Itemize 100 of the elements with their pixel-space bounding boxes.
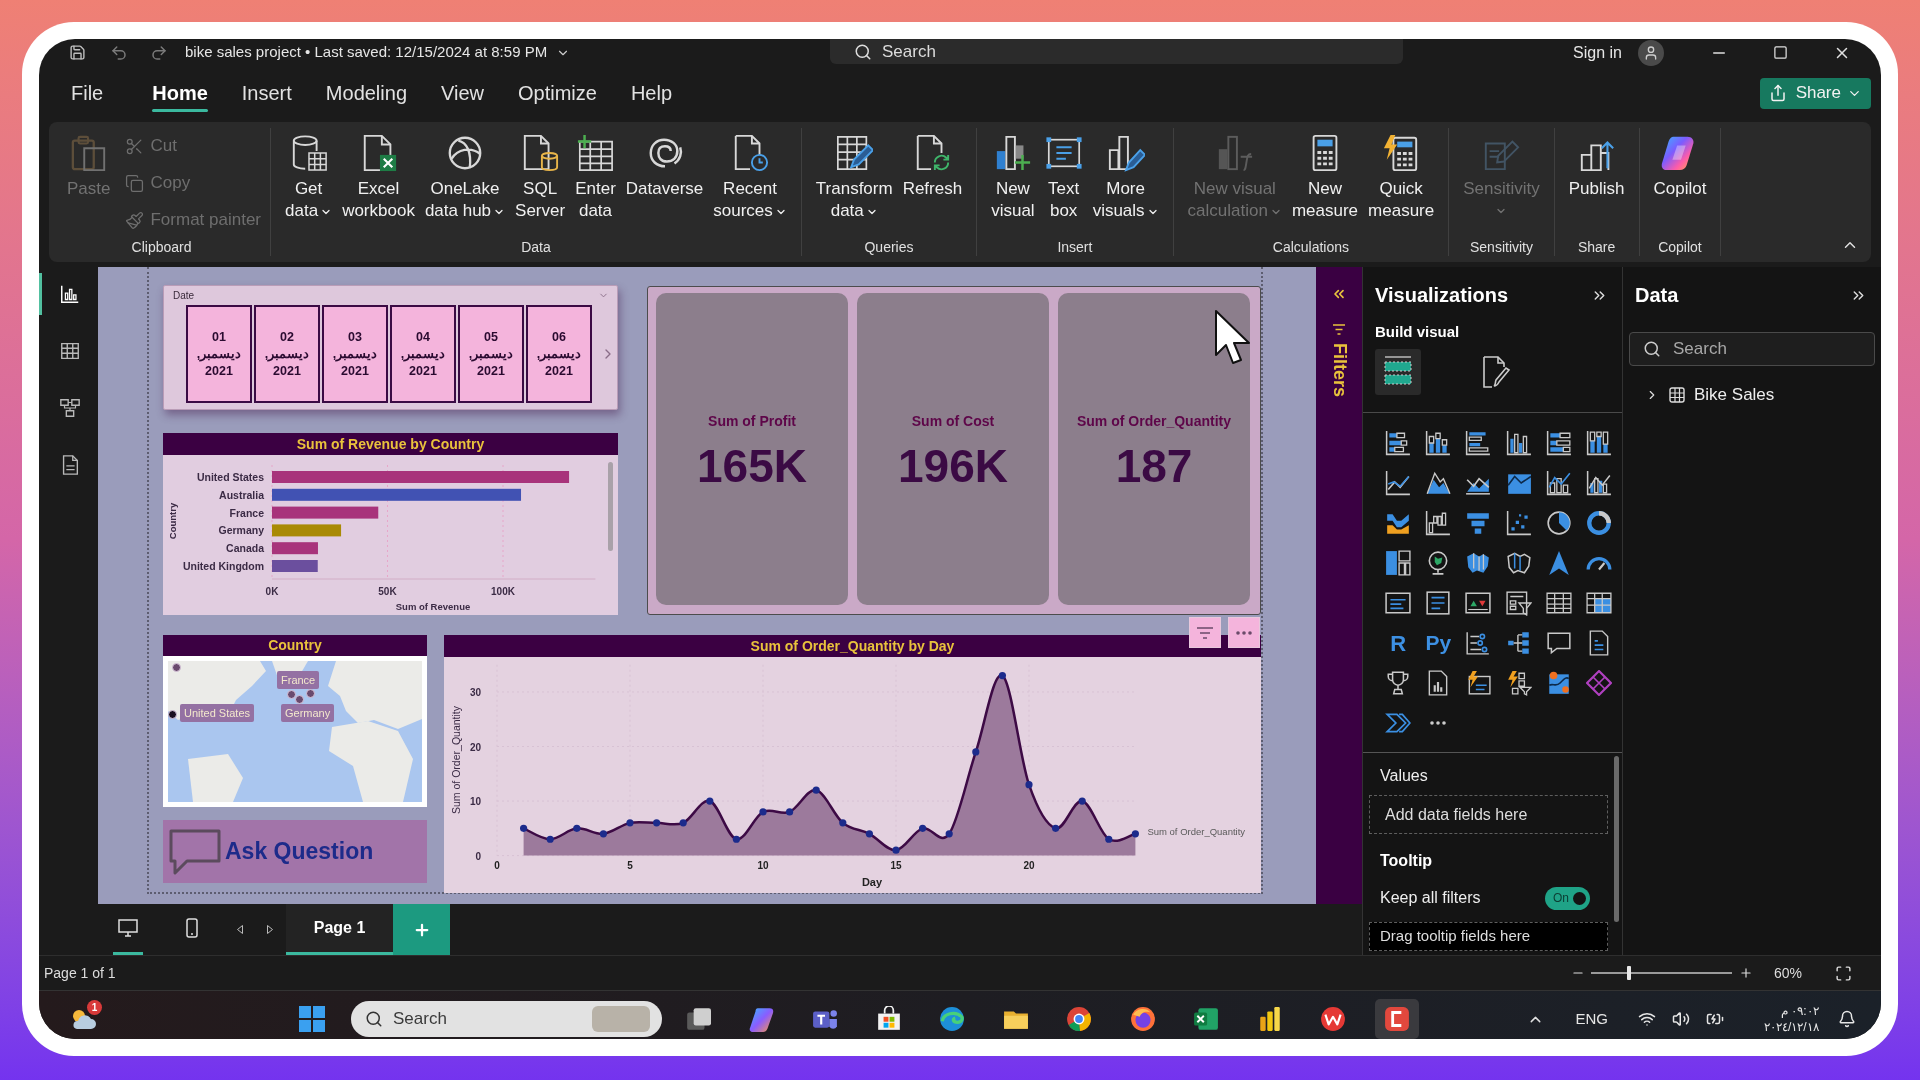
- menu-tab[interactable]: Insert: [224, 66, 309, 120]
- toggle-switch[interactable]: On: [1545, 886, 1590, 910]
- fit-to-page-icon[interactable]: [1835, 964, 1852, 982]
- filter-button[interactable]: [1189, 617, 1221, 648]
- date-tile[interactable]: 05 ديسمبر, 2021: [458, 305, 524, 403]
- maximize-icon[interactable]: [1773, 45, 1788, 60]
- kpi-value: 196K: [898, 442, 1008, 490]
- date-tile[interactable]: 06 ديسمبر, 2021: [526, 305, 592, 403]
- menu-tab[interactable]: Optimize: [501, 66, 614, 120]
- lightning-card-icon: [1465, 670, 1492, 696]
- more-icon: [1430, 721, 1447, 725]
- save-icon[interactable]: [69, 44, 86, 61]
- ribbon-button[interactable]: Publish: [1563, 128, 1630, 200]
- wifi-icon[interactable]: [1638, 1010, 1656, 1028]
- ribbon-button[interactable]: Enter data: [570, 128, 621, 222]
- next-page-icon[interactable]: [267, 925, 273, 934]
- tick-label: 15: [890, 860, 902, 871]
- bar-chart-icon: [1385, 430, 1412, 456]
- visual-type-button[interactable]: R: [1378, 623, 1419, 663]
- ribbon-button[interactable]: Quick measure: [1363, 128, 1440, 222]
- ribbon-button[interactable]: SQL Server: [510, 128, 571, 222]
- speech-bubble-icon: [169, 828, 221, 875]
- slicer-title: Date: [173, 289, 195, 302]
- image-placeholder: [592, 1006, 650, 1032]
- filter-icon: [1333, 324, 1345, 335]
- menu-tab[interactable]: Home: [135, 66, 225, 120]
- column-chart-icon: [1585, 430, 1612, 456]
- format-brush-icon: [1482, 356, 1512, 388]
- page-tab[interactable]: Page 1: [286, 904, 393, 955]
- taskbar-app-button[interactable]: [1374, 999, 1419, 1039]
- date-tile[interactable]: 03 ديسمبر, 2021: [322, 305, 388, 403]
- category-label: United Kingdom: [182, 560, 264, 572]
- category-label: Canada: [226, 542, 264, 555]
- previous-page-icon[interactable]: [237, 925, 243, 934]
- table-pencil-icon: [835, 134, 874, 172]
- build-tab[interactable]: [1375, 349, 1421, 395]
- search-field[interactable]: Search: [1629, 332, 1875, 366]
- ribbon-button[interactable]: Transform data: [810, 128, 898, 222]
- map-label: United States: [180, 704, 255, 722]
- windows-logo-icon[interactable]: [299, 1006, 325, 1032]
- search-icon: [365, 1010, 383, 1028]
- menu-tab[interactable]: Help: [613, 66, 690, 120]
- date-tile[interactable]: 04 ديسمبر, 2021: [390, 305, 456, 403]
- monitor-icon: [118, 919, 138, 937]
- ribbon-button[interactable]: Recent sources: [708, 128, 792, 222]
- category-label: Australia: [219, 488, 264, 501]
- undo-icon[interactable]: [110, 43, 128, 62]
- language-indicator[interactable]: ENG: [1575, 1007, 1608, 1031]
- share-button[interactable]: Share: [1759, 77, 1871, 109]
- search-field[interactable]: Search: [830, 39, 1403, 64]
- menu-tab[interactable]: Modeling: [308, 66, 424, 120]
- ribbon-button[interactable]: Copilot: [1648, 128, 1712, 200]
- line-chart-icon: [1385, 470, 1412, 496]
- ribbon-button[interactable]: OneLake data hub: [419, 128, 511, 222]
- shopping-bag-icon: [875, 1006, 902, 1032]
- data-point: [679, 819, 687, 827]
- paintbrush-icon: [125, 210, 145, 230]
- bell-icon[interactable]: [1837, 1010, 1856, 1028]
- table-name[interactable]: Bike Sales: [1694, 382, 1775, 408]
- list-card-icon: [1425, 590, 1452, 616]
- spreadsheet-app-icon: [1193, 1006, 1219, 1032]
- menu-tab[interactable]: View: [424, 66, 501, 120]
- ribbon-button[interactable]: New measure: [1286, 128, 1364, 222]
- filters-label[interactable]: Filters: [1325, 343, 1353, 398]
- ribbon-button[interactable]: Get data: [280, 128, 338, 222]
- ribbon-button[interactable]: Text box: [1039, 128, 1088, 222]
- visual-type-button[interactable]: Py: [1418, 623, 1459, 663]
- drop-field[interactable]: Add data fields here: [1369, 795, 1608, 834]
- menu-tab[interactable]: File: [54, 66, 121, 120]
- drop-field[interactable]: Drag tooltip fields here: [1369, 922, 1608, 951]
- bar-chart-icon: [1545, 430, 1572, 456]
- ribbon-button[interactable]: Excel workbook: [337, 128, 420, 222]
- ribbon-button[interactable]: New visual: [986, 128, 1040, 222]
- group-label: Share: [1576, 238, 1617, 256]
- more-options-button[interactable]: [1228, 617, 1260, 648]
- volume-icon[interactable]: [1672, 1010, 1690, 1028]
- pane-title: Visualizations: [1375, 283, 1508, 308]
- kpi-label: Sum of Order_Quantity: [1077, 412, 1231, 430]
- avatar-icon[interactable]: [1638, 39, 1664, 66]
- model-diagram-icon: [59, 397, 81, 419]
- ribbon-button[interactable]: Refresh: [897, 128, 968, 200]
- redo-icon[interactable]: [150, 43, 168, 62]
- table-icon: [1545, 590, 1572, 616]
- page-info: Page 1 of 1: [44, 963, 116, 983]
- ribbon-button[interactable]: Dataverse: [620, 128, 709, 200]
- tick-label: 30: [469, 686, 481, 698]
- slider-thumb[interactable]: [1627, 966, 1632, 980]
- group-label: Calculations: [1271, 238, 1351, 256]
- map-marker-icon: [172, 663, 181, 672]
- axis-title: Sum of Revenue: [395, 601, 471, 612]
- sign-in-button[interactable]: Sign in: [1573, 40, 1622, 65]
- bar-chart-icon: [1465, 430, 1492, 456]
- clock-time: ٠٩:٠٢ م: [1781, 1003, 1819, 1019]
- data-point: [812, 786, 820, 794]
- ribbon-button[interactable]: More visuals: [1087, 128, 1164, 222]
- influencers-icon: [1465, 630, 1492, 656]
- data-point: [839, 819, 847, 827]
- area-chart-icon: [1425, 470, 1452, 496]
- app-logo-icon: [748, 1006, 775, 1032]
- zoom-in-icon[interactable]: [1738, 966, 1753, 980]
